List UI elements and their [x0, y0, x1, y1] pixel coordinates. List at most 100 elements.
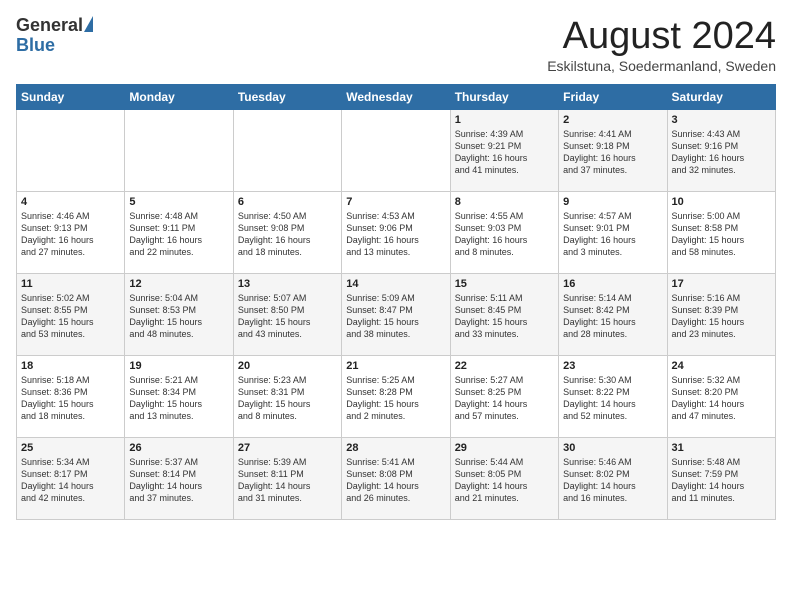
day-info: Sunrise: 4:39 AM Sunset: 9:21 PM Dayligh…: [455, 128, 554, 177]
col-header-monday: Monday: [125, 84, 233, 109]
day-number: 5: [129, 196, 228, 208]
day-cell-3-1: 11 Sunrise: 5:02 AM Sunset: 8:55 PM Dayli…: [17, 273, 125, 355]
day-number: 2: [563, 114, 662, 126]
day-cell-1-4: [342, 109, 450, 191]
day-info: Sunrise: 4:41 AM Sunset: 9:18 PM Dayligh…: [563, 128, 662, 177]
day-number: 20: [238, 360, 337, 372]
day-cell-5-5: 29 Sunrise: 5:44 AM Sunset: 8:05 PM Dayli…: [450, 437, 558, 519]
day-number: 14: [346, 278, 445, 290]
day-cell-1-7: 3 Sunrise: 4:43 AM Sunset: 9:16 PM Daylig…: [667, 109, 775, 191]
col-header-tuesday: Tuesday: [233, 84, 341, 109]
day-number: 31: [672, 442, 771, 454]
logo-blue-text: Blue: [16, 35, 55, 55]
day-cell-3-2: 12 Sunrise: 5:04 AM Sunset: 8:53 PM Dayli…: [125, 273, 233, 355]
day-cell-5-2: 26Sunrise: 5:37 AM Sunset: 8:14 PM Dayli…: [125, 437, 233, 519]
day-cell-3-3: 13 Sunrise: 5:07 AM Sunset: 8:50 PM Dayli…: [233, 273, 341, 355]
day-info: Sunrise: 5:27 AM Sunset: 8:25 PM Dayligh…: [455, 374, 554, 423]
day-number: 11: [21, 278, 120, 290]
day-cell-1-1: [17, 109, 125, 191]
day-number: 4: [21, 196, 120, 208]
calendar-table: SundayMondayTuesdayWednesdayThursdayFrid…: [16, 84, 776, 520]
day-cell-2-3: 6 Sunrise: 4:50 AM Sunset: 9:08 PM Daylig…: [233, 191, 341, 273]
day-cell-4-5: 22 Sunrise: 5:27 AM Sunset: 8:25 PM Dayli…: [450, 355, 558, 437]
day-cell-3-6: 16Sunrise: 5:14 AM Sunset: 8:42 PM Dayli…: [559, 273, 667, 355]
day-info: Sunrise: 5:04 AM Sunset: 8:53 PM Dayligh…: [129, 292, 228, 341]
day-cell-4-1: 18Sunrise: 5:18 AM Sunset: 8:36 PM Dayli…: [17, 355, 125, 437]
day-cell-4-7: 24Sunrise: 5:32 AM Sunset: 8:20 PM Dayli…: [667, 355, 775, 437]
day-cell-4-4: 21 Sunrise: 5:25 AM Sunset: 8:28 PM Dayli…: [342, 355, 450, 437]
day-info: Sunrise: 5:41 AM Sunset: 8:08 PM Dayligh…: [346, 456, 445, 505]
logo: General Blue: [16, 16, 93, 56]
day-number: 17: [672, 278, 771, 290]
location: Eskilstuna, Soedermanland, Sweden: [547, 58, 776, 74]
day-info: Sunrise: 4:53 AM Sunset: 9:06 PM Dayligh…: [346, 210, 445, 259]
day-number: 15: [455, 278, 554, 290]
day-number: 21: [346, 360, 445, 372]
day-cell-5-1: 25 Sunrise: 5:34 AM Sunset: 8:17 PM Dayli…: [17, 437, 125, 519]
day-cell-4-2: 19 Sunrise: 5:21 AM Sunset: 8:34 PM Dayli…: [125, 355, 233, 437]
day-info: Sunrise: 5:44 AM Sunset: 8:05 PM Dayligh…: [455, 456, 554, 505]
day-info: Sunrise: 5:37 AM Sunset: 8:14 PM Dayligh…: [129, 456, 228, 505]
logo-general-text: General: [16, 16, 83, 36]
day-info: Sunrise: 5:00 AM Sunset: 8:58 PM Dayligh…: [672, 210, 771, 259]
title-block: August 2024 Eskilstuna, Soedermanland, S…: [547, 16, 776, 74]
day-number: 6: [238, 196, 337, 208]
day-number: 3: [672, 114, 771, 126]
day-cell-1-5: 1 Sunrise: 4:39 AM Sunset: 9:21 PM Daylig…: [450, 109, 558, 191]
day-info: Sunrise: 4:50 AM Sunset: 9:08 PM Dayligh…: [238, 210, 337, 259]
day-info: Sunrise: 5:30 AM Sunset: 8:22 PM Dayligh…: [563, 374, 662, 423]
day-cell-1-3: [233, 109, 341, 191]
day-info: Sunrise: 5:21 AM Sunset: 8:34 PM Dayligh…: [129, 374, 228, 423]
day-number: 12: [129, 278, 228, 290]
day-cell-2-2: 5 Sunrise: 4:48 AM Sunset: 9:11 PM Daylig…: [125, 191, 233, 273]
day-number: 13: [238, 278, 337, 290]
day-number: 25: [21, 442, 120, 454]
col-header-friday: Friday: [559, 84, 667, 109]
week-row-3: 11 Sunrise: 5:02 AM Sunset: 8:55 PM Dayli…: [17, 273, 776, 355]
day-info: Sunrise: 4:43 AM Sunset: 9:16 PM Dayligh…: [672, 128, 771, 177]
day-number: 7: [346, 196, 445, 208]
day-cell-1-6: 2 Sunrise: 4:41 AM Sunset: 9:18 PM Daylig…: [559, 109, 667, 191]
day-info: Sunrise: 5:34 AM Sunset: 8:17 PM Dayligh…: [21, 456, 120, 505]
day-cell-3-4: 14 Sunrise: 5:09 AM Sunset: 8:47 PM Dayli…: [342, 273, 450, 355]
day-cell-5-6: 30Sunrise: 5:46 AM Sunset: 8:02 PM Dayli…: [559, 437, 667, 519]
day-cell-5-3: 27Sunrise: 5:39 AM Sunset: 8:11 PM Dayli…: [233, 437, 341, 519]
day-number: 8: [455, 196, 554, 208]
day-info: Sunrise: 5:11 AM Sunset: 8:45 PM Dayligh…: [455, 292, 554, 341]
page: General Blue August 2024 Eskilstuna, Soe…: [0, 0, 792, 530]
col-header-wednesday: Wednesday: [342, 84, 450, 109]
col-header-saturday: Saturday: [667, 84, 775, 109]
day-number: 10: [672, 196, 771, 208]
day-number: 28: [346, 442, 445, 454]
header: General Blue August 2024 Eskilstuna, Soe…: [16, 16, 776, 74]
day-cell-2-5: 8Sunrise: 4:55 AM Sunset: 9:03 PM Daylig…: [450, 191, 558, 273]
day-number: 27: [238, 442, 337, 454]
day-cell-2-1: 4 Sunrise: 4:46 AM Sunset: 9:13 PM Daylig…: [17, 191, 125, 273]
week-row-5: 25 Sunrise: 5:34 AM Sunset: 8:17 PM Dayli…: [17, 437, 776, 519]
logo-triangle-icon: [84, 16, 93, 32]
day-info: Sunrise: 5:09 AM Sunset: 8:47 PM Dayligh…: [346, 292, 445, 341]
day-info: Sunrise: 5:25 AM Sunset: 8:28 PM Dayligh…: [346, 374, 445, 423]
day-info: Sunrise: 5:16 AM Sunset: 8:39 PM Dayligh…: [672, 292, 771, 341]
day-number: 29: [455, 442, 554, 454]
day-info: Sunrise: 5:23 AM Sunset: 8:31 PM Dayligh…: [238, 374, 337, 423]
month-title: August 2024: [547, 16, 776, 58]
day-number: 22: [455, 360, 554, 372]
day-cell-1-2: [125, 109, 233, 191]
day-info: Sunrise: 4:48 AM Sunset: 9:11 PM Dayligh…: [129, 210, 228, 259]
day-info: Sunrise: 5:14 AM Sunset: 8:42 PM Dayligh…: [563, 292, 662, 341]
day-cell-3-5: 15 Sunrise: 5:11 AM Sunset: 8:45 PM Dayli…: [450, 273, 558, 355]
day-cell-2-6: 9Sunrise: 4:57 AM Sunset: 9:01 PM Daylig…: [559, 191, 667, 273]
week-row-2: 4 Sunrise: 4:46 AM Sunset: 9:13 PM Daylig…: [17, 191, 776, 273]
day-number: 1: [455, 114, 554, 126]
week-row-1: 1 Sunrise: 4:39 AM Sunset: 9:21 PM Daylig…: [17, 109, 776, 191]
day-info: Sunrise: 5:18 AM Sunset: 8:36 PM Dayligh…: [21, 374, 120, 423]
calendar-header-row: SundayMondayTuesdayWednesdayThursdayFrid…: [17, 84, 776, 109]
day-info: Sunrise: 5:07 AM Sunset: 8:50 PM Dayligh…: [238, 292, 337, 341]
day-info: Sunrise: 5:02 AM Sunset: 8:55 PM Dayligh…: [21, 292, 120, 341]
day-info: Sunrise: 4:46 AM Sunset: 9:13 PM Dayligh…: [21, 210, 120, 259]
day-number: 19: [129, 360, 228, 372]
day-cell-4-3: 20 Sunrise: 5:23 AM Sunset: 8:31 PM Dayli…: [233, 355, 341, 437]
day-info: Sunrise: 4:57 AM Sunset: 9:01 PM Dayligh…: [563, 210, 662, 259]
day-cell-2-7: 10 Sunrise: 5:00 AM Sunset: 8:58 PM Dayli…: [667, 191, 775, 273]
